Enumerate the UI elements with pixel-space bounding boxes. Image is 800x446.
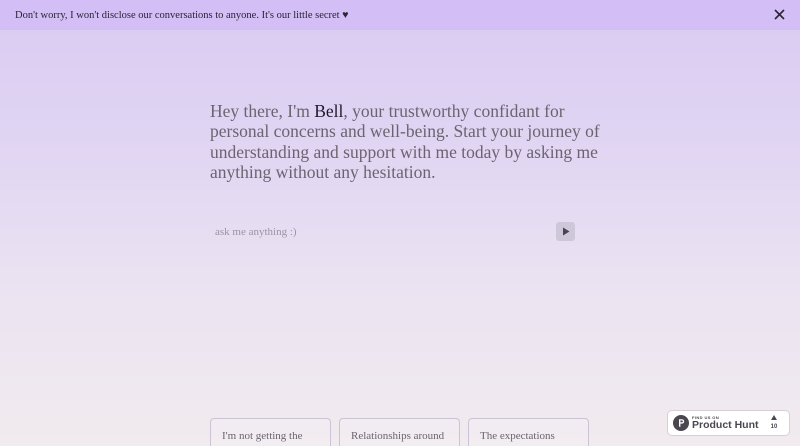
chat-composer [210, 220, 580, 244]
send-button[interactable] [556, 222, 575, 241]
intro-text: Hey there, I'm Bell, your trustworthy co… [210, 101, 610, 182]
product-hunt-name: Product Hunt [692, 419, 759, 431]
suggestion-card[interactable]: Relationships around [339, 418, 460, 446]
suggestion-card[interactable]: The expectations [468, 418, 589, 446]
play-icon [562, 227, 569, 236]
intro-prefix: Hey there, I'm [210, 101, 315, 121]
banner-message: Don't worry, I won't disclose our conver… [15, 9, 349, 21]
product-hunt-logo-icon [673, 415, 689, 431]
upvote-arrow-icon [771, 415, 777, 420]
suggestion-card[interactable]: I'm not getting the [210, 418, 331, 446]
privacy-banner: Don't worry, I won't disclose our conver… [0, 0, 800, 30]
assistant-name: Bell [314, 101, 344, 121]
product-hunt-badge[interactable]: FIND US ON Product Hunt 10 [667, 410, 790, 436]
chat-input[interactable] [210, 220, 540, 244]
close-icon[interactable] [773, 8, 786, 21]
upvote-count: 10 [770, 424, 778, 430]
